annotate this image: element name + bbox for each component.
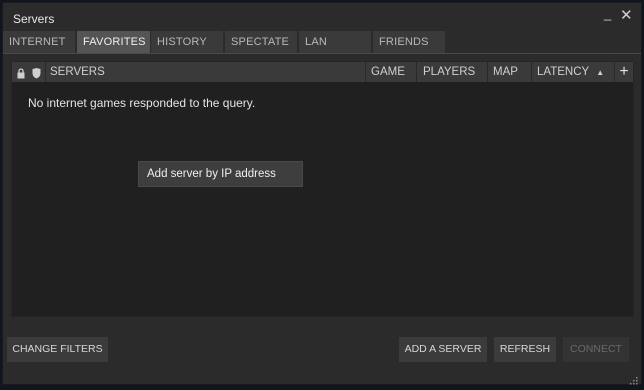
resize-grip-icon[interactable] [629,372,638,385]
column-header: SERVERS GAME PLAYERS MAP LATENCY ▲ + [12,62,633,82]
column-game[interactable]: GAME [365,62,416,82]
empty-list-message: No internet games responded to the query… [28,96,256,110]
lock-icon[interactable] [17,66,25,84]
column-latency[interactable]: LATENCY ▲ [531,62,614,82]
window-title: Servers [13,12,55,26]
context-menu: Add server by IP address [138,161,303,187]
close-button[interactable]: ✕ [620,8,633,23]
minimize-button[interactable]: _ [604,7,611,21]
change-filters-button[interactable]: CHANGE FILTERS [7,337,108,362]
tab-favorites[interactable]: FAVORITES [77,31,150,53]
column-map[interactable]: MAP [487,62,531,82]
tab-bar: INTERNET FAVORITES HISTORY SPECTATE LAN … [3,31,641,53]
tab-friends[interactable]: FRIENDS [373,31,445,53]
tab-lan[interactable]: LAN [299,31,371,53]
tab-internet[interactable]: INTERNET [3,31,75,53]
tab-divider [3,53,641,54]
servers-window: Servers _ ✕ INTERNET FAVORITES HISTORY S… [2,2,642,385]
server-list[interactable]: SERVERS GAME PLAYERS MAP LATENCY ▲ + No … [11,61,634,317]
shield-icon[interactable] [32,66,41,84]
sort-ascending-icon: ▲ [596,68,605,77]
add-column-button[interactable]: + [614,62,633,82]
column-players[interactable]: PLAYERS [416,62,487,82]
column-servers[interactable]: SERVERS [45,62,365,82]
title-bar[interactable]: Servers _ ✕ [3,3,641,31]
refresh-button[interactable]: REFRESH [494,337,556,362]
menu-item-add-server-by-ip[interactable]: Add server by IP address [147,168,276,180]
column-latency-label: LATENCY [537,66,589,78]
connect-button[interactable]: CONNECT [563,337,629,362]
add-server-button[interactable]: ADD A SERVER [399,337,487,362]
tab-history[interactable]: HISTORY [151,31,223,53]
tab-spectate[interactable]: SPECTATE [225,31,297,53]
